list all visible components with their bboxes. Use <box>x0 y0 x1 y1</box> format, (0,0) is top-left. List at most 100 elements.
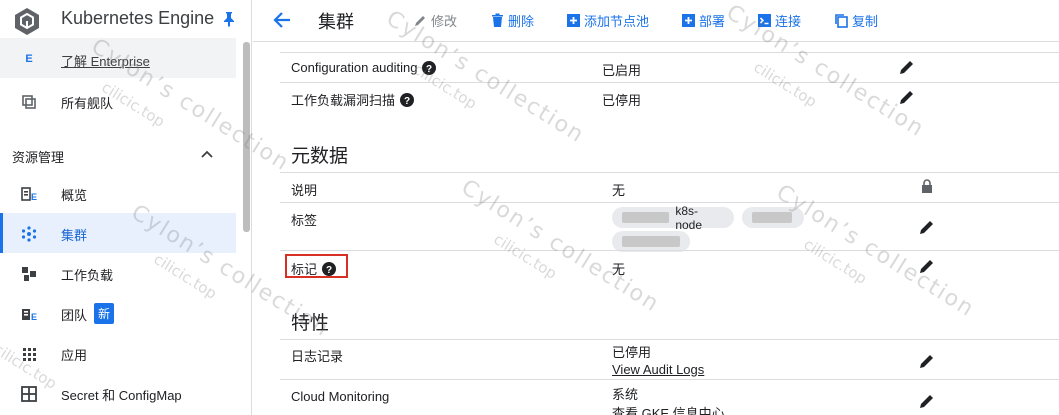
svg-text:?: ? <box>426 64 432 75</box>
trash-icon <box>492 13 503 27</box>
detail-value: 已停用 <box>612 345 652 360</box>
svg-text:?: ? <box>326 265 332 276</box>
edit-pencil-icon[interactable] <box>918 218 936 236</box>
secret-icon <box>21 386 37 402</box>
apps-icon <box>23 348 36 361</box>
detail-value: 无 <box>612 262 626 277</box>
add-box-icon <box>682 13 695 27</box>
sidebar-item-apps[interactable]: 应用 <box>0 333 236 373</box>
edit-pencil-icon[interactable] <box>918 257 936 275</box>
edit-pencil-icon[interactable] <box>918 392 936 410</box>
detail-key: 说明 <box>291 183 318 198</box>
sidebar-item-enterprise[interactable]: E 了解 Enterprise <box>0 38 236 78</box>
detail-row-tags: 标记 ? 无 <box>280 250 1059 282</box>
sidebar-item-label: 概览 <box>61 188 88 203</box>
back-arrow-icon[interactable] <box>271 9 293 31</box>
deploy-button-label: 部署 <box>699 13 726 29</box>
label-chip: k8s-node <box>612 204 734 232</box>
pencil-icon <box>415 15 425 26</box>
detail-key: Cloud Monitoring <box>291 389 390 404</box>
detail-value: 已停用 <box>602 93 642 108</box>
delete-button-label: 删除 <box>508 13 535 29</box>
view-audit-logs-link[interactable]: View Audit Logs <box>612 362 704 377</box>
toolbar: 集群 修改 删除 添加节点池 部署 连接 复制 <box>253 0 1059 42</box>
edit-button[interactable]: 修改 <box>413 11 457 29</box>
detail-value: 无 <box>612 183 626 198</box>
edit-button-label: 修改 <box>431 13 458 29</box>
pin-icon[interactable] <box>222 11 236 27</box>
sidebar-item-label: 集群 <box>61 228 88 243</box>
detail-row-cloud-monitoring: Cloud Monitoring 系统 查看 GKE 信息中心 <box>280 379 1059 415</box>
sidebar-item-fleets[interactable]: 所有舰队 <box>0 81 236 121</box>
detail-row-labels: 标签 k8s-node <box>280 202 1059 252</box>
gke-cluster-details-page: Kubernetes Engine E 了解 Enterprise 所有舰队 资… <box>0 0 1059 415</box>
detail-key: 工作负载漏洞扫描 ? <box>291 90 415 109</box>
detail-key: 标记 ? <box>291 259 337 278</box>
deploy-button[interactable]: 部署 <box>681 11 725 29</box>
sidebar-section-label: 资源管理 <box>12 150 65 165</box>
detail-value: 系统 <box>612 387 639 402</box>
sidebar-item-label: 了解 Enterprise <box>61 54 150 69</box>
new-badge: 新 <box>94 303 115 324</box>
view-gke-dashboard-link[interactable]: 查看 GKE 信息中心 <box>612 403 725 415</box>
lock-icon <box>922 179 932 193</box>
help-icon[interactable]: ? <box>322 261 337 276</box>
detail-key-text: 标记 <box>291 262 318 277</box>
redacted-text <box>752 212 792 223</box>
edit-pencil-icon[interactable] <box>918 352 936 370</box>
sidebar-item-label: 团队 <box>61 308 88 323</box>
detail-key-text: Configuration auditing <box>291 60 418 75</box>
help-icon[interactable]: ? <box>422 60 437 75</box>
sidebar-item-label: Secret 和 ConfigMap <box>61 388 182 403</box>
label-chip-text: k8s-node <box>675 203 703 232</box>
overview-icon: E <box>21 187 37 202</box>
sidebar-section-resource-management[interactable]: 资源管理 <box>0 142 236 172</box>
product-title: Kubernetes Engine <box>61 8 215 28</box>
detail-key: 标签 <box>291 213 318 228</box>
teams-icon: E <box>22 309 37 322</box>
sidebar-item-secrets[interactable]: Secret 和 ConfigMap <box>0 373 236 413</box>
detail-key-text: 工作负载漏洞扫描 <box>291 93 396 108</box>
label-chip <box>742 207 804 228</box>
sidebar-item-teams[interactable]: E 团队 新 <box>0 293 236 333</box>
kubernetes-engine-logo-icon <box>15 8 39 35</box>
edit-pencil-icon[interactable] <box>898 88 916 106</box>
features-section-title: 特性 <box>291 313 330 334</box>
fleet-icon <box>22 95 36 109</box>
svg-text:E: E <box>31 312 37 322</box>
enterprise-icon: E <box>25 53 33 65</box>
add-node-pool-button-label: 添加节点池 <box>584 13 650 29</box>
svg-text:?: ? <box>404 96 410 107</box>
copy-icon <box>835 13 848 28</box>
svg-text:E: E <box>31 192 37 202</box>
delete-button[interactable]: 删除 <box>490 11 534 29</box>
workloads-icon <box>22 267 36 281</box>
detail-key: 日志记录 <box>291 349 344 364</box>
detail-key: Configuration auditing ? <box>291 60 437 75</box>
connect-button[interactable]: 连接 <box>757 11 801 29</box>
duplicate-button[interactable]: 复制 <box>834 11 878 29</box>
redacted-text <box>622 212 670 223</box>
cluster-details-panel: Configuration auditing ? 已启用 工作负载漏洞扫描 ? … <box>253 42 1059 415</box>
metadata-section-title: 元数据 <box>291 146 349 167</box>
help-icon[interactable]: ? <box>400 92 415 107</box>
sidebar-item-overview[interactable]: E 概览 <box>0 173 236 213</box>
duplicate-button-label: 复制 <box>852 13 879 29</box>
label-chip <box>612 231 690 252</box>
connect-button-label: 连接 <box>775 13 802 29</box>
sidebar-scrollbar[interactable] <box>243 42 250 232</box>
sidebar-item-clusters[interactable]: 集群 <box>0 213 236 253</box>
sidebar-item-workloads[interactable]: 工作负载 <box>0 253 236 293</box>
sidebar-header: Kubernetes Engine <box>0 0 252 40</box>
detail-value: 已启用 <box>602 63 642 78</box>
detail-row-logging: 日志记录 已停用 View Audit Logs <box>280 339 1059 379</box>
add-node-pool-button[interactable]: 添加节点池 <box>566 11 649 29</box>
edit-pencil-icon[interactable] <box>898 58 916 76</box>
redacted-text <box>622 236 680 247</box>
cluster-icon <box>21 226 37 242</box>
terminal-icon <box>758 13 771 27</box>
chevron-up-icon[interactable] <box>200 148 214 162</box>
sidebar-item-label: 所有舰队 <box>61 96 114 111</box>
detail-row-description: 说明 无 <box>280 172 1059 202</box>
add-box-icon <box>567 13 580 27</box>
